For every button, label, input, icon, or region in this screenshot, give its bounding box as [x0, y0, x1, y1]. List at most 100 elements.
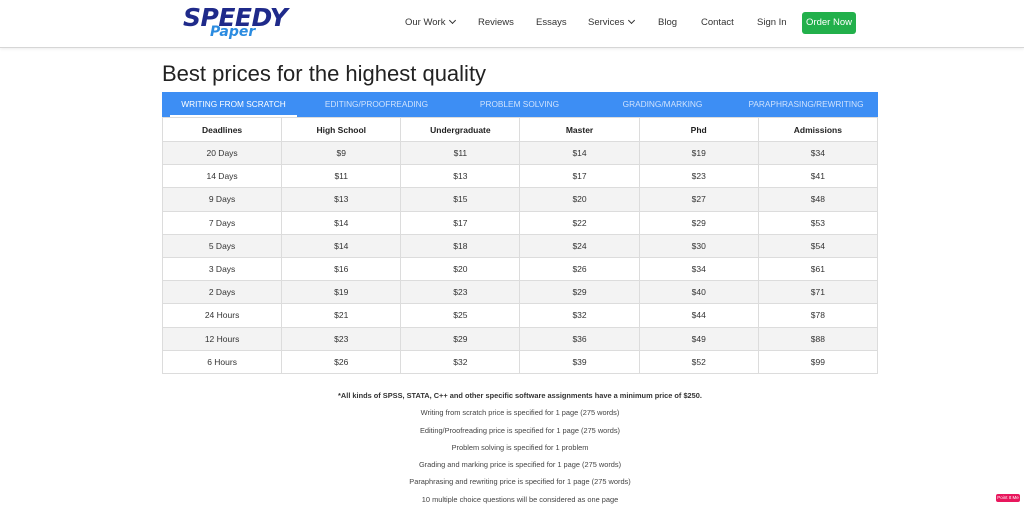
table-row: 2 Days $19 $23 $29 $40 $71 [161, 280, 879, 305]
cell-price: $29 [400, 326, 521, 351]
cell-deadline: 14 Days [161, 164, 283, 189]
tab-editing-proofreading[interactable]: EDITING/PROOFREADING [305, 92, 448, 117]
cell-price: $88 [757, 326, 879, 351]
cell-price: $22 [519, 210, 640, 235]
cell-price: $14 [519, 140, 640, 166]
cell-price: $24 [519, 233, 640, 258]
cell-price: $23 [400, 280, 521, 305]
cell-price: $99 [757, 349, 879, 374]
note-editing: Editing/Proofreading price is specified … [419, 425, 621, 435]
speedypaper-logo[interactable]: SPEEDY Paper [183, 4, 288, 41]
table-row: 3 Days $16 $20 $26 $34 $61 [161, 256, 879, 282]
note-paraphrasing: Paraphrasing and rewriting price is spec… [409, 477, 631, 487]
table-row: 14 Days $11 $13 $17 $23 $41 [161, 164, 879, 189]
cell-price: $11 [281, 164, 402, 189]
cell-price: $40 [638, 280, 759, 305]
cell-deadline: 2 Days [161, 280, 283, 305]
pricing-notes: *All kinds of SPSS, STATA, C++ and other… [162, 387, 878, 505]
page-title: Best prices for the highest quality [162, 61, 487, 86]
point-it-badge[interactable]: Point It Me [996, 494, 1020, 502]
cell-price: $20 [519, 187, 640, 212]
cell-price: $49 [638, 326, 759, 351]
cell-deadline: 6 Hours [161, 349, 283, 374]
note-writing: Writing from scratch price is specified … [420, 408, 620, 418]
cell-price: $14 [281, 210, 402, 235]
cell-price: $39 [519, 349, 640, 374]
site-header: SPEEDY Paper Our Work Reviews Essays Ser… [0, 0, 1024, 48]
nav-our-work-label: Our Work [405, 17, 446, 28]
note-problem-solving: Problem solving is specified for 1 probl… [451, 442, 589, 452]
cell-price: $20 [400, 256, 521, 282]
column-header-undergraduate: Undergraduate [400, 117, 521, 142]
nav-reviews[interactable]: Reviews [478, 17, 514, 29]
cell-price: $13 [400, 164, 521, 189]
table-row: 7 Days $14 $17 $22 $29 $53 [161, 210, 879, 235]
cell-price: $34 [757, 140, 879, 166]
cell-price: $44 [638, 303, 759, 328]
cell-price: $34 [638, 256, 759, 282]
service-tabs: WRITING FROM SCRATCH EDITING/PROOFREADIN… [162, 92, 878, 117]
cell-price: $71 [757, 280, 879, 305]
cell-price: $23 [638, 164, 759, 189]
note-multiple-choice: 10 multiple choice questions will be con… [421, 494, 619, 504]
nav-sign-in[interactable]: Sign In [757, 17, 787, 29]
column-header-high-school: High School [281, 117, 402, 142]
cell-price: $30 [638, 233, 759, 258]
nav-contact[interactable]: Contact [701, 17, 734, 29]
price-table: Deadlines High School Undergraduate Mast… [161, 117, 879, 374]
cell-price: $78 [757, 303, 879, 328]
tab-grading-marking[interactable]: GRADING/MARKING [591, 92, 734, 117]
chevron-down-icon [449, 16, 457, 25]
cell-price: $11 [400, 140, 521, 166]
cell-price: $21 [281, 303, 402, 328]
nav-services[interactable]: Services [588, 16, 636, 29]
cell-price: $19 [281, 280, 402, 305]
note-software-minimum: *All kinds of SPSS, STATA, C++ and other… [338, 391, 702, 400]
nav-our-work[interactable]: Our Work [405, 16, 457, 29]
cell-price: $32 [519, 303, 640, 328]
cell-price: $25 [400, 303, 521, 328]
cell-price: $52 [638, 349, 759, 374]
cell-price: $15 [400, 187, 521, 212]
tab-paraphrasing-rewriting[interactable]: PARAPHRASING/REWRITING [734, 92, 878, 117]
tab-writing-from-scratch[interactable]: WRITING FROM SCRATCH [162, 92, 305, 117]
table-row: 9 Days $13 $15 $20 $27 $48 [161, 187, 879, 212]
cell-price: $29 [519, 280, 640, 305]
cell-price: $23 [281, 326, 402, 351]
cell-price: $9 [281, 140, 402, 166]
cell-deadline: 3 Days [161, 256, 283, 282]
column-header-phd: Phd [638, 117, 759, 142]
cell-deadline: 20 Days [161, 140, 283, 166]
logo-sub-text: Paper [210, 24, 256, 40]
cell-deadline: 5 Days [161, 233, 283, 258]
table-row: 5 Days $14 $18 $24 $30 $54 [161, 233, 879, 258]
cell-price: $54 [757, 233, 879, 258]
cell-price: $14 [281, 233, 402, 258]
tab-problem-solving[interactable]: PROBLEM SOLVING [448, 92, 591, 117]
cell-price: $32 [400, 349, 521, 374]
cell-price: $29 [638, 210, 759, 235]
table-row: 24 Hours $21 $25 $32 $44 $78 [161, 303, 879, 328]
column-header-deadlines: Deadlines [161, 117, 283, 142]
cell-price: $13 [281, 187, 402, 212]
cell-price: $41 [757, 164, 879, 189]
cell-price: $16 [281, 256, 402, 282]
chevron-down-icon [628, 16, 636, 25]
nav-blog[interactable]: Blog [658, 17, 677, 29]
cell-price: $19 [638, 140, 759, 166]
cell-deadline: 7 Days [161, 210, 283, 235]
column-header-master: Master [519, 117, 640, 142]
table-row: 20 Days $9 $11 $14 $19 $34 [161, 140, 879, 166]
cell-deadline: 24 Hours [161, 303, 283, 328]
cell-price: $27 [638, 187, 759, 212]
nav-essays[interactable]: Essays [536, 17, 567, 29]
cell-price: $17 [400, 210, 521, 235]
cell-price: $53 [757, 210, 879, 235]
note-grading: Grading and marking price is specified f… [418, 460, 622, 470]
cell-price: $26 [519, 256, 640, 282]
cell-price: $36 [519, 326, 640, 351]
order-now-button[interactable]: Order Now [802, 12, 856, 34]
cell-deadline: 9 Days [161, 187, 283, 212]
cell-price: $26 [281, 349, 402, 374]
cell-price: $18 [400, 233, 521, 258]
